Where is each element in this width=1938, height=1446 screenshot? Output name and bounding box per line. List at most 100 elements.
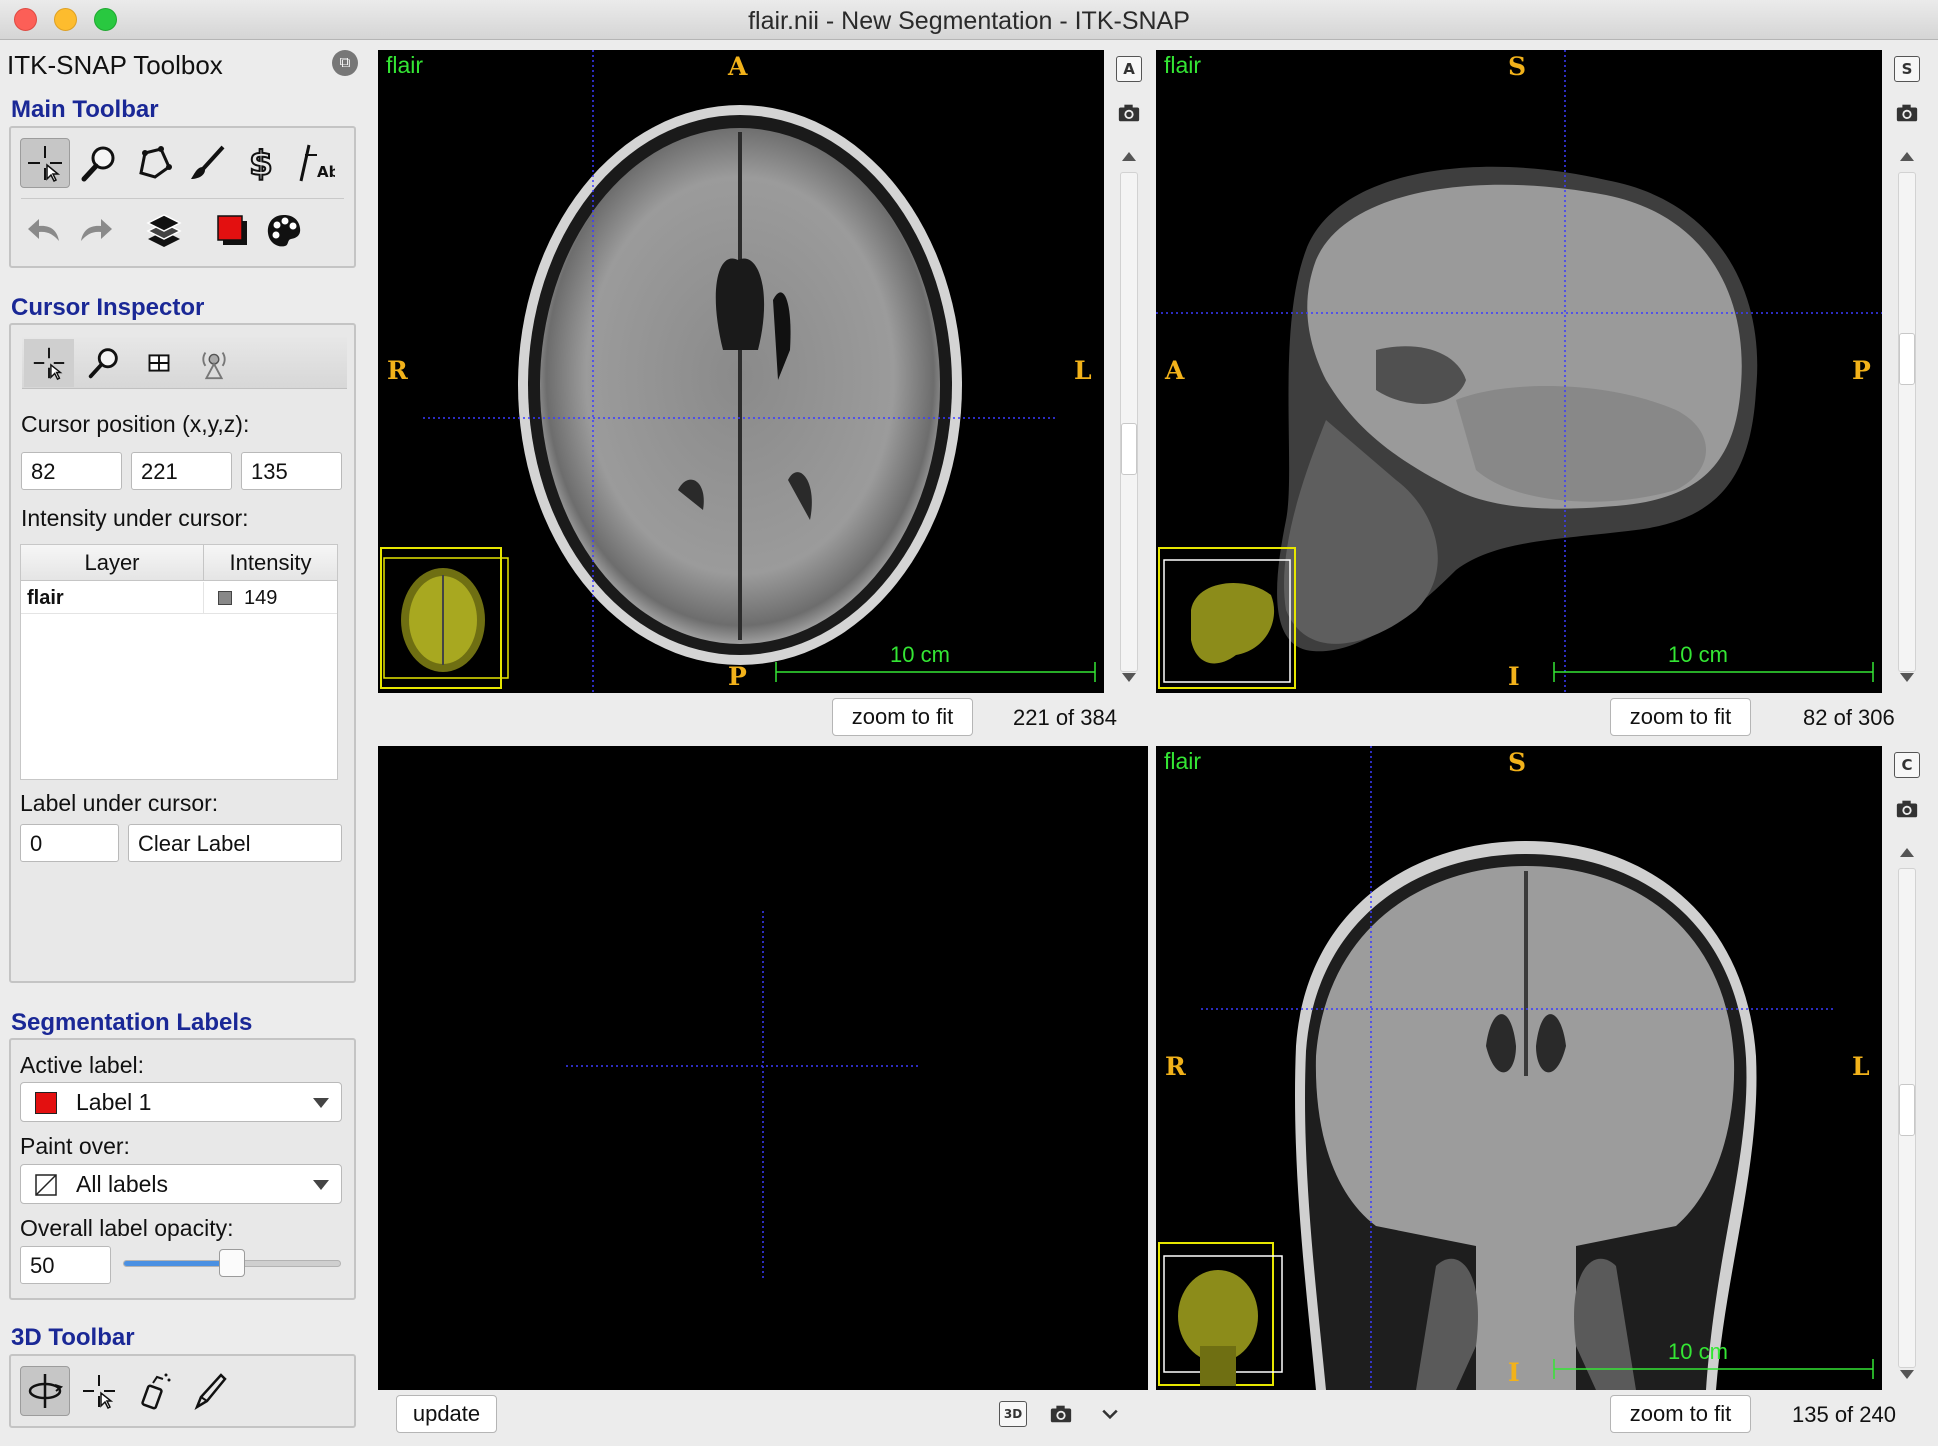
coronal-side-bar: C (1888, 746, 1926, 1390)
toolbox-sidebar: ITK-SNAP Toolbox ⧉ Main Toolbar $ Ab Cur… (0, 40, 368, 1446)
label-id-field[interactable]: 0 (20, 824, 119, 862)
sagittal-slice-scrollbar[interactable] (1898, 172, 1916, 672)
sagittal-side-bar: S (1888, 50, 1926, 693)
camera-icon[interactable] (1048, 1401, 1074, 1427)
cursor-x-field[interactable]: 82 (21, 452, 122, 490)
camera-icon[interactable] (1894, 796, 1920, 822)
toolbar-3d-title: 3D Toolbar (11, 1324, 135, 1351)
coronal-view-letter-button[interactable]: C (1894, 752, 1920, 778)
intensity-label: Intensity under cursor: (21, 505, 249, 531)
sagittal-crosshair (1156, 50, 1882, 693)
coronal-slice-counter: 135 of 240 (1792, 1402, 1896, 1427)
table-row-intensity[interactable]: 149 (204, 582, 337, 614)
intensity-swatch (218, 591, 232, 605)
camera-icon[interactable] (1894, 100, 1920, 126)
paint-over-select[interactable]: All labels (20, 1164, 342, 1204)
coronal-crosshair (1158, 746, 1874, 1390)
active-label-select[interactable]: Label 1 (20, 1082, 342, 1122)
segmentation-labels-title: Segmentation Labels (11, 1009, 253, 1036)
scroll-down-icon[interactable] (1894, 664, 1920, 690)
scroll-up-icon[interactable] (1116, 143, 1142, 169)
scroll-down-icon[interactable] (1894, 1361, 1920, 1387)
label-color-icon[interactable] (208, 206, 258, 256)
chevron-down-icon (313, 1180, 329, 1190)
axial-scale-text: 10 cm (890, 642, 950, 667)
axial-zoom-to-fit-button[interactable]: zoom to fit (832, 698, 973, 736)
opacity-slider-fill (124, 1261, 232, 1266)
axial-side-bar: A (1110, 50, 1148, 693)
tab-sync-icon[interactable] (189, 339, 239, 387)
spray-icon[interactable] (128, 1366, 178, 1416)
rotate-3d-icon[interactable] (20, 1366, 70, 1416)
all-labels-icon (35, 1174, 57, 1196)
toolbox-title: ITK-SNAP Toolbox (7, 50, 223, 80)
sagittal-scale-text: 10 cm (1668, 642, 1728, 667)
opacity-field[interactable]: 50 (20, 1246, 111, 1284)
main-toolbar-title: Main Toolbar (11, 96, 159, 123)
cursor-y-field[interactable]: 221 (131, 452, 232, 490)
crosshair-cursor-icon[interactable] (20, 138, 70, 188)
coronal-slice-scrollbar[interactable] (1898, 868, 1916, 1368)
scroll-up-icon[interactable] (1894, 143, 1920, 169)
paint-over-caption: Paint over: (20, 1133, 130, 1159)
cursor-inspector-tabs (22, 337, 347, 389)
detach-icon[interactable]: ⧉ (332, 50, 358, 76)
active-label-caption: Active label: (20, 1052, 145, 1078)
intensity-table: Layer Intensity flair 149 (20, 544, 338, 780)
three-d-view[interactable] (378, 746, 1148, 1390)
column-header-intensity[interactable]: Intensity (204, 545, 337, 581)
paintbrush-icon[interactable] (182, 138, 232, 188)
tab-cursor-icon[interactable] (24, 339, 74, 387)
snake-icon[interactable]: $ (236, 138, 286, 188)
tab-zoom-icon[interactable] (79, 339, 129, 387)
cursor-position-label: Cursor position (x,y,z): (21, 411, 250, 437)
cursor-inspector-title: Cursor Inspector (11, 294, 205, 321)
toolbar-3d-panel (9, 1354, 356, 1428)
coronal-zoom-to-fit-button[interactable]: zoom to fit (1610, 1395, 1751, 1433)
annotation-icon[interactable]: Ab (290, 138, 340, 188)
scroll-down-icon[interactable] (1116, 664, 1142, 690)
table-row-layer[interactable]: flair (21, 582, 204, 614)
tab-table-icon[interactable] (134, 339, 184, 387)
opacity-caption: Overall label opacity: (20, 1215, 234, 1241)
axial-crosshair (380, 50, 1096, 693)
opacity-slider-handle[interactable] (219, 1249, 245, 1277)
svg-text:Ab: Ab (317, 163, 335, 181)
coronal-scale-text: 10 cm (1668, 1339, 1728, 1364)
palette-icon[interactable] (259, 206, 309, 256)
axial-slice-counter: 221 of 384 (1013, 705, 1117, 730)
main-toolbar-panel: $ Ab (9, 126, 356, 268)
window-title: flair.nii - New Segmentation - ITK-SNAP (748, 7, 1190, 35)
axial-scroll-thumb[interactable] (1121, 423, 1137, 475)
axial-slice-scrollbar[interactable] (1120, 172, 1138, 672)
coronal-scroll-thumb[interactable] (1899, 1084, 1915, 1136)
coronal-view[interactable]: flair S I R L 10 cm (1156, 746, 1882, 1390)
axial-view-letter-button[interactable]: A (1116, 56, 1142, 82)
axial-view[interactable]: flair A P R L 10 cm (378, 50, 1104, 693)
paint-over-value: All labels (76, 1171, 169, 1197)
chevron-down-icon[interactable] (1097, 1401, 1123, 1427)
sagittal-slice-counter: 82 of 306 (1803, 705, 1895, 730)
camera-icon[interactable] (1116, 100, 1142, 126)
chevron-down-icon (313, 1098, 329, 1108)
label-under-cursor-caption: Label under cursor: (20, 790, 219, 816)
three-d-mode-button[interactable]: 3D (999, 1401, 1027, 1427)
layers-icon[interactable] (139, 206, 189, 256)
cursor-z-field[interactable]: 135 (241, 452, 342, 490)
update-3d-button[interactable]: update (396, 1395, 497, 1433)
label-name-field[interactable]: Clear Label (128, 824, 342, 862)
polygon-icon[interactable] (128, 138, 178, 188)
scalpel-icon[interactable] (182, 1366, 232, 1416)
three-d-crosshair (566, 911, 920, 1281)
zoom-icon[interactable] (74, 138, 124, 188)
sagittal-zoom-to-fit-button[interactable]: zoom to fit (1610, 698, 1751, 736)
sagittal-view-letter-button[interactable]: S (1894, 56, 1920, 82)
active-label-value: Label 1 (76, 1089, 152, 1115)
redo-icon[interactable] (70, 206, 120, 256)
sagittal-scroll-thumb[interactable] (1899, 333, 1915, 385)
sagittal-view[interactable]: flair S I A P 10 cm (1156, 50, 1882, 693)
crosshair-3d-icon[interactable] (74, 1366, 124, 1416)
scroll-up-icon[interactable] (1894, 839, 1920, 865)
column-header-layer[interactable]: Layer (21, 545, 204, 581)
undo-icon[interactable] (20, 206, 70, 256)
